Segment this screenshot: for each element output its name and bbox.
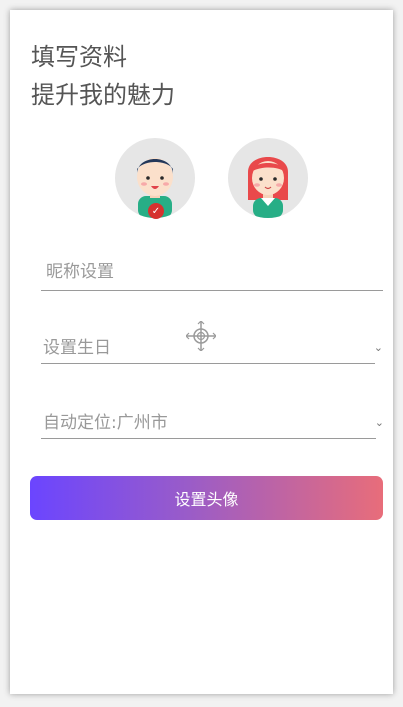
selected-check-icon: ✓: [148, 203, 164, 219]
title-line-1: 填写资料: [31, 43, 127, 71]
female-avatar-icon: [248, 157, 288, 218]
female-avatar-option[interactable]: [228, 138, 308, 218]
crosshair-icon: [186, 321, 216, 351]
location-select[interactable]: 自动定位:广州市 ⌄: [41, 402, 384, 439]
set-avatar-button[interactable]: 设置头像: [30, 476, 383, 520]
chevron-down-icon: ⌄: [373, 341, 383, 354]
profile-card: 填写资料 提升我的魅力 ✓ 昵称设置 设置生日 ⌄ 自动定位:广州市 ⌄ 设置头…: [10, 10, 393, 694]
nickname-input[interactable]: [46, 254, 346, 290]
birthday-label: 设置生日: [43, 338, 111, 358]
chevron-down-icon: ⌄: [374, 416, 384, 429]
page-title: 填写资料 提升我的魅力: [31, 38, 175, 114]
title-line-2: 提升我的魅力: [31, 81, 175, 109]
location-label: 自动定位:广州市: [43, 413, 168, 433]
nickname-field: [41, 254, 383, 291]
